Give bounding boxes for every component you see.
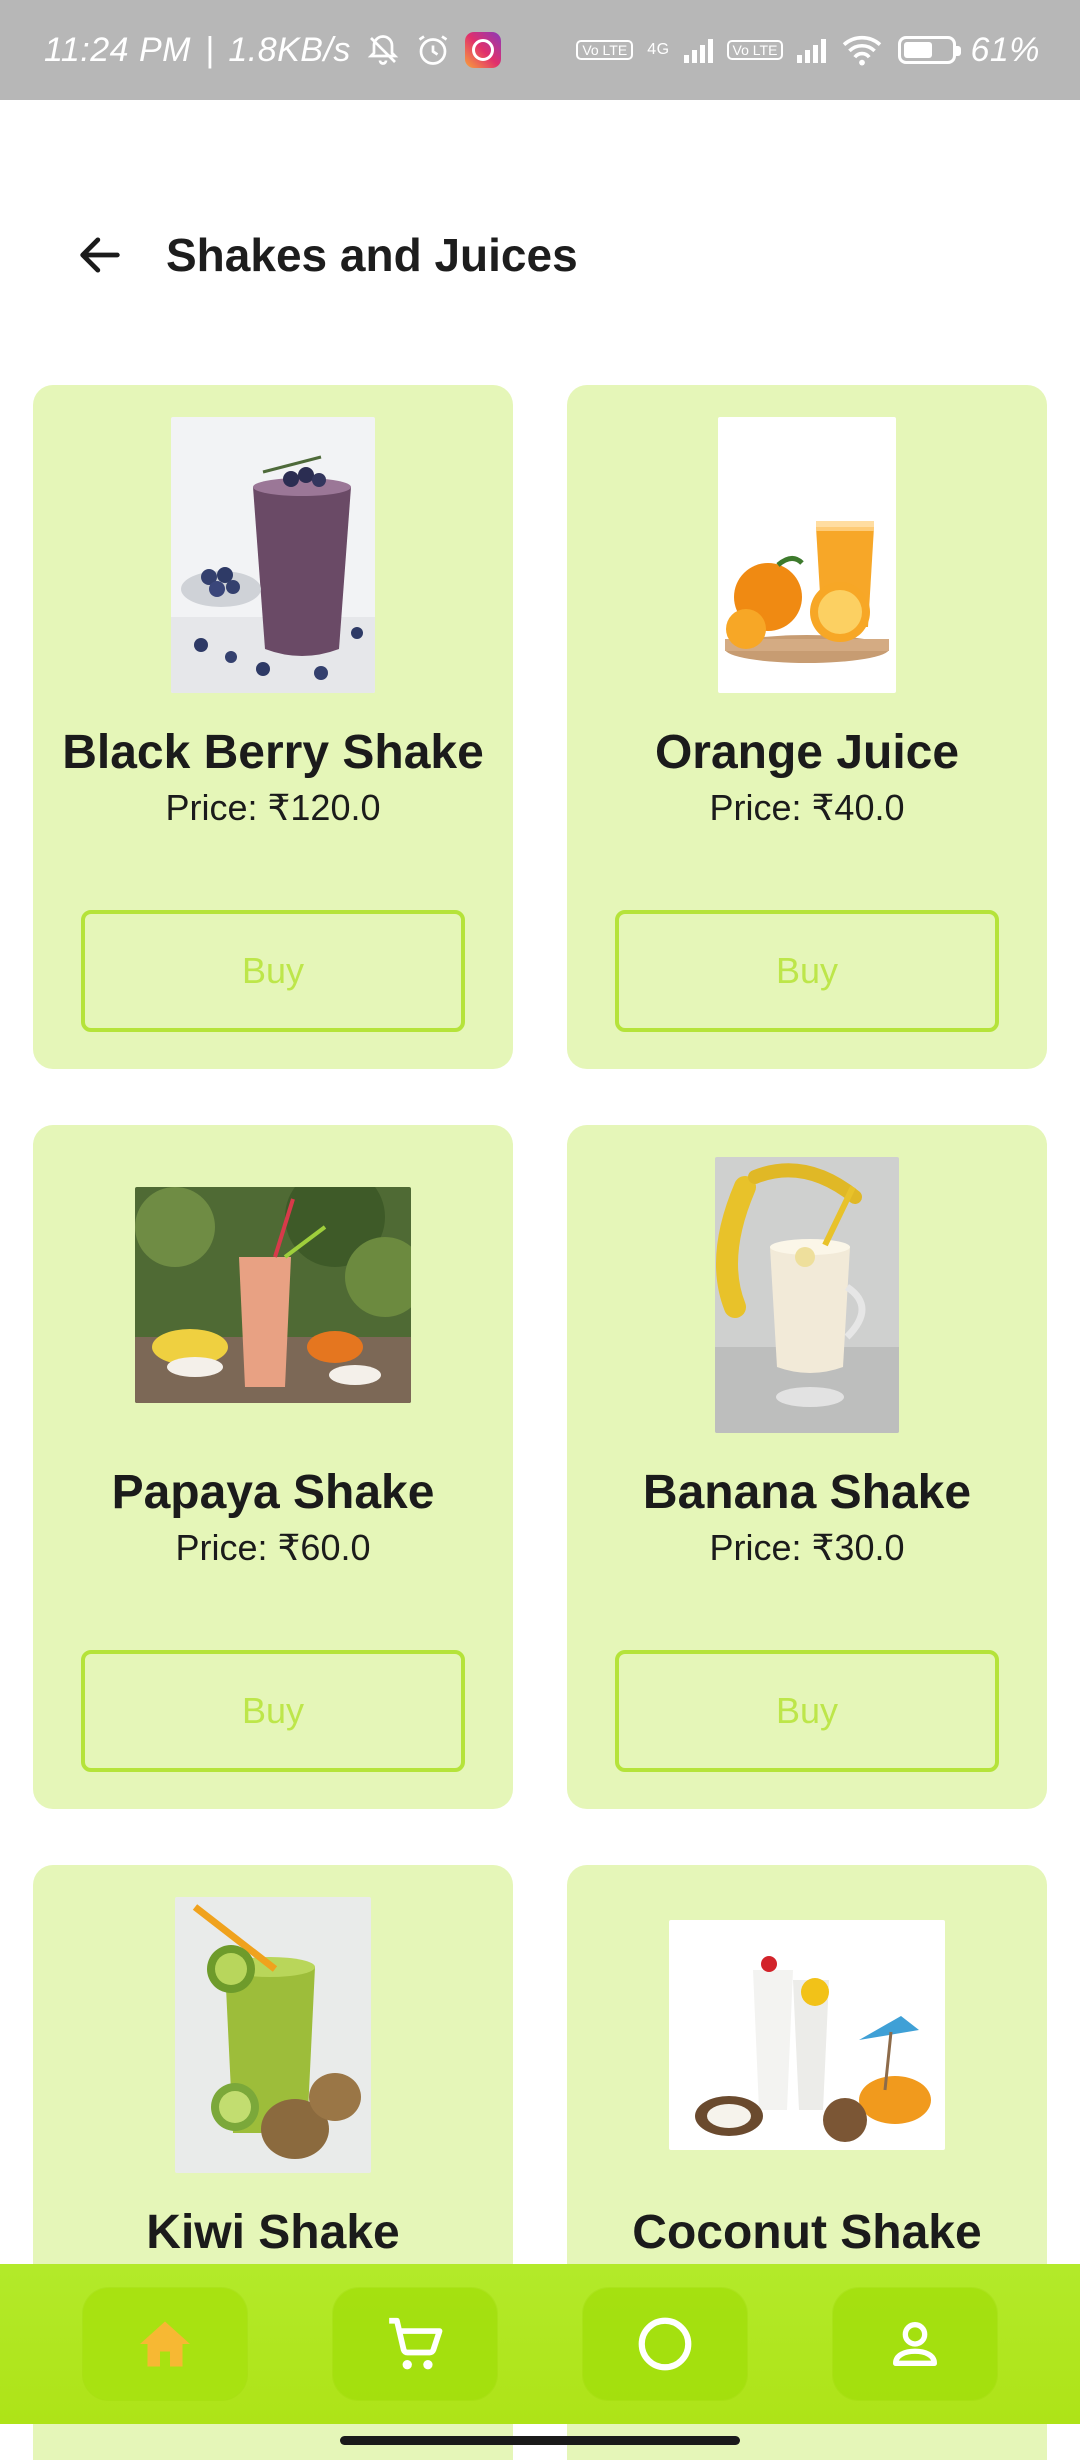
- status-right: Vo LTE 4G Vo LTE 61%: [576, 31, 1040, 70]
- product-price: Price: ₹40.0: [709, 787, 905, 828]
- mute-bell-icon: [365, 32, 401, 68]
- product-name: Kiwi Shake: [146, 2206, 400, 2259]
- status-bar: 11:24 PM | 1.8KB/s Vo LTE 4G Vo LTE 61%: [0, 0, 1080, 100]
- bottom-nav: [0, 2264, 1080, 2424]
- home-icon: [140, 2321, 190, 2367]
- buy-button[interactable]: Buy: [615, 910, 999, 1032]
- product-image-wrap: [567, 1157, 1047, 1433]
- product-card: Orange Juice Price: ₹40.0 Buy: [567, 385, 1047, 1069]
- home-indicator[interactable]: [340, 2436, 740, 2445]
- product-image-wrap: [33, 1157, 513, 1433]
- product-image-wrap: [33, 417, 513, 693]
- product-image-wrap: [567, 417, 1047, 693]
- back-button[interactable]: [70, 225, 130, 285]
- nav-circle[interactable]: [583, 2288, 747, 2400]
- kiwi-shake-image: [175, 1897, 371, 2173]
- status-left: 11:24 PM | 1.8KB/s: [44, 31, 501, 70]
- buy-button[interactable]: Buy: [81, 910, 465, 1032]
- network-type: 4G: [647, 41, 670, 58]
- product-image-wrap: [567, 1897, 1047, 2173]
- coconut-shake-image: [669, 1920, 945, 2150]
- buy-button[interactable]: Buy: [81, 1650, 465, 1772]
- product-card: Black Berry Shake Price: ₹120.0 Buy: [33, 385, 513, 1069]
- product-name: Banana Shake: [642, 1466, 972, 1519]
- volte-badge-2: Vo LTE: [726, 40, 784, 60]
- nav-home[interactable]: [83, 2288, 247, 2400]
- signal-icon-2: [797, 37, 827, 63]
- product-grid: Black Berry Shake Price: ₹120.0 Buy Oran…: [33, 385, 1047, 2460]
- status-time: 11:24 PM: [44, 30, 192, 69]
- product-card: Papaya Shake Price: ₹60.0 Buy: [33, 1125, 513, 1809]
- orange-juice-image: [718, 417, 896, 693]
- status-separator: |: [205, 30, 215, 69]
- product-name: Coconut Shake: [632, 2206, 982, 2259]
- volte-badge: Vo LTE: [576, 40, 634, 60]
- nav-cart[interactable]: [333, 2288, 497, 2400]
- banana-shake-image: [715, 1157, 899, 1433]
- product-name: Black Berry Shake: [62, 726, 484, 779]
- alarm-icon: [415, 32, 451, 68]
- app-header: Shakes and Juices: [0, 200, 1080, 310]
- profile-icon: [893, 2322, 937, 2366]
- battery-percent: 61%: [970, 30, 1040, 69]
- product-name: Papaya Shake: [111, 1466, 435, 1519]
- status-data-rate: 1.8KB/s: [228, 30, 351, 69]
- wifi-icon: [840, 32, 884, 68]
- page-title: Shakes and Juices: [166, 229, 578, 281]
- arrow-left-icon: [80, 237, 120, 273]
- product-name: Orange Juice: [654, 726, 960, 779]
- product-price: Price: ₹120.0: [165, 787, 381, 828]
- buy-button[interactable]: Buy: [615, 1650, 999, 1772]
- product-price: Price: ₹30.0: [709, 1527, 905, 1568]
- battery-icon: [898, 36, 962, 64]
- product-card: Banana Shake Price: ₹30.0 Buy: [567, 1125, 1047, 1809]
- instagram-icon: [464, 32, 501, 68]
- product-price: Price: ₹60.0: [175, 1527, 371, 1568]
- nav-profile[interactable]: [833, 2288, 997, 2400]
- cart-icon: [389, 2317, 443, 2370]
- papaya-shake-image: [135, 1187, 411, 1403]
- circle-icon: [638, 2317, 692, 2371]
- blackberry-shake-image: [171, 417, 375, 693]
- signal-icon: [683, 37, 713, 63]
- product-image-wrap: [33, 1897, 513, 2173]
